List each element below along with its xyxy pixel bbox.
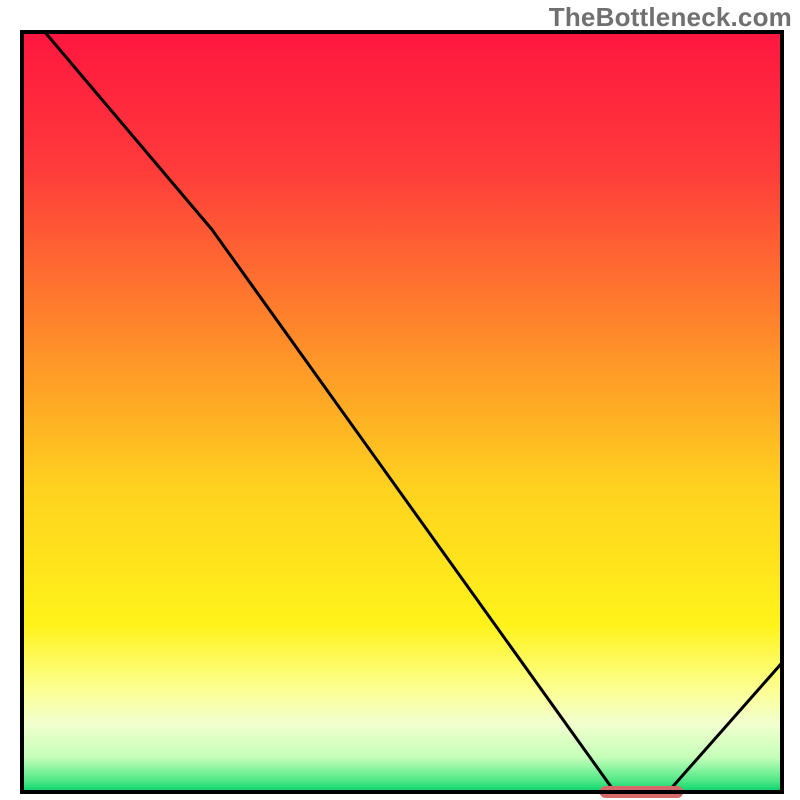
chart-container: TheBottleneck.com (0, 0, 800, 800)
gradient-background (22, 32, 782, 792)
chart-plot (0, 0, 800, 800)
